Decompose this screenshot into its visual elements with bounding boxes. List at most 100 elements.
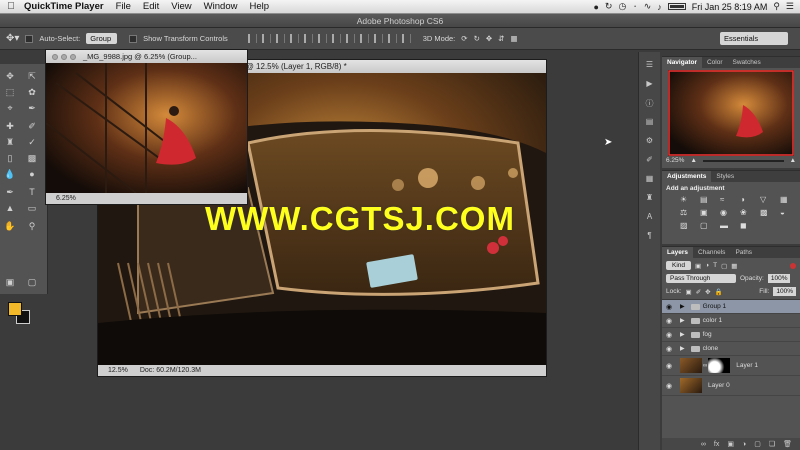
new-layer-icon[interactable]: ❏ xyxy=(769,440,775,448)
layer-filter-kind[interactable]: Kind xyxy=(666,261,692,270)
layer-row-color-1[interactable]: ◉ ▶ color 1 xyxy=(662,314,800,328)
character-panel-icon[interactable]: A xyxy=(644,212,656,222)
new-adjustment-icon[interactable]: ◑ xyxy=(742,441,746,448)
lock-all-icon[interactable]: 🔒 xyxy=(715,288,723,296)
eye-icon[interactable]: ◉ xyxy=(662,362,676,370)
workspace-dropdown[interactable]: Essentials xyxy=(720,32,788,45)
dodge-tool-icon[interactable]: ● xyxy=(26,168,38,180)
lock-position-icon[interactable]: ✥ xyxy=(705,288,710,296)
navigator-thumbnail[interactable] xyxy=(668,70,794,156)
menu-help[interactable]: Help xyxy=(243,1,275,12)
distribute-middle-icon[interactable] xyxy=(345,34,355,43)
align-top-icon[interactable] xyxy=(247,34,257,43)
zoom-level[interactable]: 12.5% xyxy=(108,367,128,374)
history-brush-icon[interactable]: ✓ xyxy=(26,136,38,148)
clone-stamp-icon[interactable]: ♜ xyxy=(4,136,16,148)
align-center-icon[interactable] xyxy=(303,34,313,43)
layer-row-layer-0[interactable]: ◉ Layer 0 xyxy=(662,376,800,396)
eyedropper-tool-icon[interactable]: ✒ xyxy=(26,102,38,114)
eye-icon[interactable]: ◉ xyxy=(662,382,676,390)
eye-icon[interactable]: ◉ xyxy=(662,317,676,325)
threshold-icon[interactable]: ▢ xyxy=(700,221,714,230)
distribute-right-icon[interactable] xyxy=(401,34,411,43)
auto-select-checkbox[interactable] xyxy=(25,34,34,43)
tab-paths[interactable]: Paths xyxy=(730,247,757,258)
close-icon[interactable] xyxy=(52,53,58,60)
hand-tool-icon[interactable]: ✋ xyxy=(4,220,16,232)
history-panel-icon[interactable]: ☰ xyxy=(644,60,656,70)
tab-styles[interactable]: Styles xyxy=(711,171,739,182)
type-tool-icon[interactable]: T xyxy=(26,186,38,198)
tab-swatches[interactable]: Swatches xyxy=(728,57,766,68)
zoom-icon[interactable] xyxy=(70,53,76,60)
align-right-icon[interactable] xyxy=(317,34,327,43)
brush-presets-icon[interactable]: ▦ xyxy=(644,174,656,184)
zoom-level[interactable]: 6.25% xyxy=(56,195,76,202)
channel-mixer-icon[interactable]: ❀ xyxy=(740,208,754,217)
tab-channels[interactable]: Channels xyxy=(693,247,730,258)
path-selection-icon[interactable]: ▲ xyxy=(4,202,16,214)
3d-rotate-icon[interactable]: ⟳ xyxy=(461,34,467,43)
layer-style-icon[interactable]: fx xyxy=(714,441,719,448)
clone-source-icon[interactable]: ♜ xyxy=(644,193,656,203)
info-panel-icon[interactable]: ⓘ xyxy=(644,98,656,108)
expand-arrow-icon[interactable]: ▶ xyxy=(680,331,685,338)
tab-adjustments[interactable]: Adjustments xyxy=(662,171,712,182)
navigator-zoom-slider[interactable] xyxy=(702,159,784,162)
fire-escape-photo-canvas[interactable] xyxy=(46,63,247,193)
bluetooth-icon[interactable]: ᛫ xyxy=(632,2,637,12)
screen-mode-icon[interactable]: ▢ xyxy=(26,276,38,288)
move-tool-preset-icon[interactable]: ✥▾ xyxy=(6,33,19,44)
vibrance-icon[interactable]: ▽ xyxy=(760,195,774,204)
volume-icon[interactable]: ♪ xyxy=(657,2,662,12)
distribute-bottom-icon[interactable] xyxy=(359,34,369,43)
posterize-icon[interactable]: ▨ xyxy=(680,221,694,230)
color-balance-icon[interactable]: ⚖ xyxy=(680,208,694,217)
link-layers-icon[interactable]: ∞ xyxy=(701,441,706,448)
levels-icon[interactable]: ▤ xyxy=(700,195,714,204)
creative-cloud-icon[interactable]: ● xyxy=(593,2,598,12)
battery-icon[interactable] xyxy=(667,3,686,10)
eye-icon[interactable]: ◉ xyxy=(662,345,676,353)
opacity-input[interactable]: 100% xyxy=(767,274,791,283)
marquee-tool-icon[interactable]: ⬚ xyxy=(4,86,16,98)
menu-file[interactable]: File xyxy=(110,1,137,12)
filter-pixel-icon[interactable]: ▣ xyxy=(695,262,701,270)
gradient-map-icon[interactable]: ▬ xyxy=(720,221,734,230)
crop-tool-icon[interactable]: ⌖ xyxy=(4,102,16,114)
eye-icon[interactable]: ◉ xyxy=(662,331,676,339)
foreground-color-swatch[interactable] xyxy=(8,302,22,316)
notification-center-icon[interactable]: ☰ xyxy=(786,1,794,12)
layer-row-group-1[interactable]: ◉ ▶ Group 1 xyxy=(662,300,800,314)
move-tool-icon[interactable]: ✥ xyxy=(4,70,16,82)
lock-transparent-icon[interactable]: ▣ xyxy=(686,288,692,296)
paragraph-panel-icon[interactable]: ¶ xyxy=(644,231,656,241)
zoom-tool-icon[interactable]: ⚲ xyxy=(26,220,38,232)
pen-tool-icon[interactable]: ✒ xyxy=(4,186,16,198)
brightness-icon[interactable]: ☀ xyxy=(680,195,694,204)
blend-mode-dropdown[interactable]: Pass Through xyxy=(666,274,736,283)
document-tab[interactable]: _MG_9988.jpg @ 6.25% (Group... xyxy=(46,50,247,63)
lasso-tool-icon[interactable]: ✿ xyxy=(26,86,38,98)
color-lookup-icon[interactable]: ▩ xyxy=(760,208,774,217)
rectangle-tool-icon[interactable]: ▭ xyxy=(26,202,38,214)
filter-adjust-icon[interactable]: ◑ xyxy=(705,262,709,269)
3d-roll-icon[interactable]: ↻ xyxy=(474,34,480,43)
eraser-tool-icon[interactable]: ▯ xyxy=(4,152,16,164)
clock[interactable]: Fri Jan 25 8:19 AM xyxy=(692,2,768,12)
expand-arrow-icon[interactable]: ▶ xyxy=(680,317,685,324)
filter-type-icon[interactable]: T xyxy=(713,262,717,269)
zoom-in-icon[interactable]: ▲ xyxy=(790,157,796,164)
minimize-icon[interactable] xyxy=(61,53,67,60)
align-bottom-icon[interactable] xyxy=(275,34,285,43)
document-info[interactable]: Doc: 60.2M/120.3M xyxy=(140,367,201,374)
black-white-icon[interactable]: ▣ xyxy=(700,208,714,217)
layer-row-clone[interactable]: ◉ ▶ clone xyxy=(662,342,800,356)
spotlight-icon[interactable]: ⚲ xyxy=(773,1,780,12)
blur-tool-icon[interactable]: 💧 xyxy=(4,168,16,180)
3d-slide-icon[interactable]: ⇵ xyxy=(498,34,504,43)
healing-brush-icon[interactable]: ✚ xyxy=(4,120,16,132)
filter-toggle[interactable] xyxy=(790,262,796,269)
eye-icon[interactable]: ◉ xyxy=(662,303,676,311)
chain-link-icon[interactable]: ∞ xyxy=(703,363,707,369)
